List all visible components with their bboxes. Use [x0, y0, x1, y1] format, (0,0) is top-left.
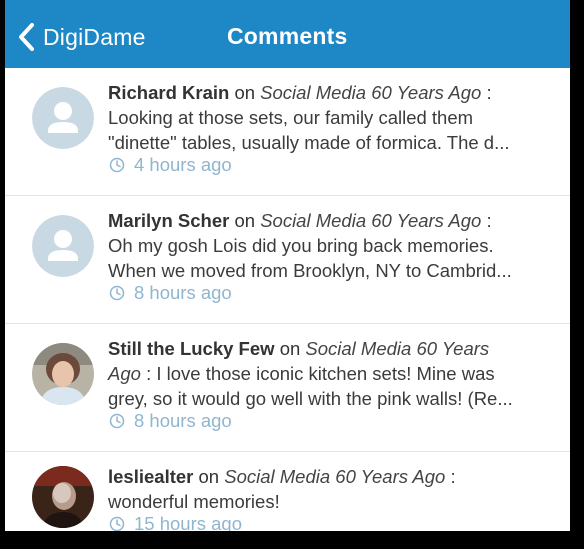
- comment-post-title-cont[interactable]: Ago: [108, 363, 141, 384]
- comment-on-word: on: [234, 210, 256, 231]
- comment-body-line: "dinette" tables, usually made of formic…: [108, 132, 510, 153]
- comment-post-title[interactable]: Social Media 60 Years Ago: [224, 466, 445, 487]
- comment-on-word: on: [198, 466, 220, 487]
- comment-post-title[interactable]: Social Media 60 Years Ago: [260, 210, 481, 231]
- comment-separator: :: [450, 466, 456, 487]
- comment-post-title[interactable]: Social Media 60 Years: [305, 338, 489, 359]
- comment-body-line: Oh my gosh Lois did you bring back memor…: [108, 235, 494, 256]
- back-button[interactable]: DigiDame: [17, 20, 146, 54]
- back-button-label: DigiDame: [43, 23, 146, 50]
- comment-author[interactable]: Richard Krain: [108, 82, 229, 103]
- comment-timestamp: 8 hours ago: [109, 282, 232, 304]
- comment-time-label: 15 hours ago: [134, 513, 243, 531]
- comment-body-line: Looking at those sets, our family called…: [108, 107, 474, 128]
- comment-text: lesliealter on Social Media 60 Years Ago…: [108, 464, 548, 514]
- user-photo: [32, 343, 94, 405]
- comment-item[interactable]: Still the Lucky Few on Social Media 60 Y…: [5, 324, 570, 452]
- comment-separator: :: [146, 363, 152, 384]
- comment-separator: :: [486, 82, 492, 103]
- comment-on-word: on: [279, 338, 301, 359]
- default-avatar-icon: [32, 87, 94, 149]
- clock-icon: [109, 157, 125, 173]
- user-photo: [32, 466, 94, 528]
- chevron-left-icon: [19, 23, 34, 51]
- comment-timestamp: 4 hours ago: [109, 154, 232, 176]
- screen-edge-right: [570, 0, 584, 549]
- comment-timestamp: 15 hours ago: [109, 513, 242, 531]
- comment-body-line: When we moved from Brooklyn, NY to Cambr…: [108, 260, 512, 281]
- clock-icon: [109, 413, 125, 429]
- comment-author[interactable]: Marilyn Scher: [108, 210, 229, 231]
- comment-item[interactable]: Richard Krain on Social Media 60 Years A…: [5, 68, 570, 196]
- comment-text: Marilyn Scher on Social Media 60 Years A…: [108, 208, 548, 283]
- comment-body-line: wonderful memories!: [108, 491, 280, 512]
- comment-timestamp: 8 hours ago: [109, 410, 232, 432]
- comment-list: Richard Krain on Social Media 60 Years A…: [5, 68, 570, 531]
- comment-body-line: grey, so it would go well with the pink …: [108, 388, 513, 409]
- clock-icon: [109, 285, 125, 301]
- comment-time-label: 8 hours ago: [134, 410, 232, 431]
- comment-post-title[interactable]: Social Media 60 Years Ago: [260, 82, 481, 103]
- comments-screen: DigiDame Comments Richard Krain on Socia…: [5, 0, 570, 531]
- comment-item[interactable]: Marilyn Scher on Social Media 60 Years A…: [5, 196, 570, 324]
- comment-text: Still the Lucky Few on Social Media 60 Y…: [108, 336, 548, 411]
- comment-separator: :: [486, 210, 492, 231]
- comment-author[interactable]: lesliealter: [108, 466, 193, 487]
- comment-text: Richard Krain on Social Media 60 Years A…: [108, 80, 548, 155]
- comment-time-label: 8 hours ago: [134, 282, 232, 303]
- comment-time-label: 4 hours ago: [134, 154, 232, 175]
- default-avatar-icon: [32, 215, 94, 277]
- comment-author[interactable]: Still the Lucky Few: [108, 338, 275, 359]
- comment-on-word: on: [234, 82, 256, 103]
- screen-edge-bottom: [0, 531, 584, 549]
- comment-item[interactable]: lesliealter on Social Media 60 Years Ago…: [5, 452, 570, 531]
- clock-icon: [109, 516, 125, 531]
- navigation-bar: DigiDame Comments: [5, 0, 570, 68]
- page-title: Comments: [227, 23, 348, 49]
- comment-body-line: I love those iconic kitchen sets! Mine w…: [156, 363, 495, 384]
